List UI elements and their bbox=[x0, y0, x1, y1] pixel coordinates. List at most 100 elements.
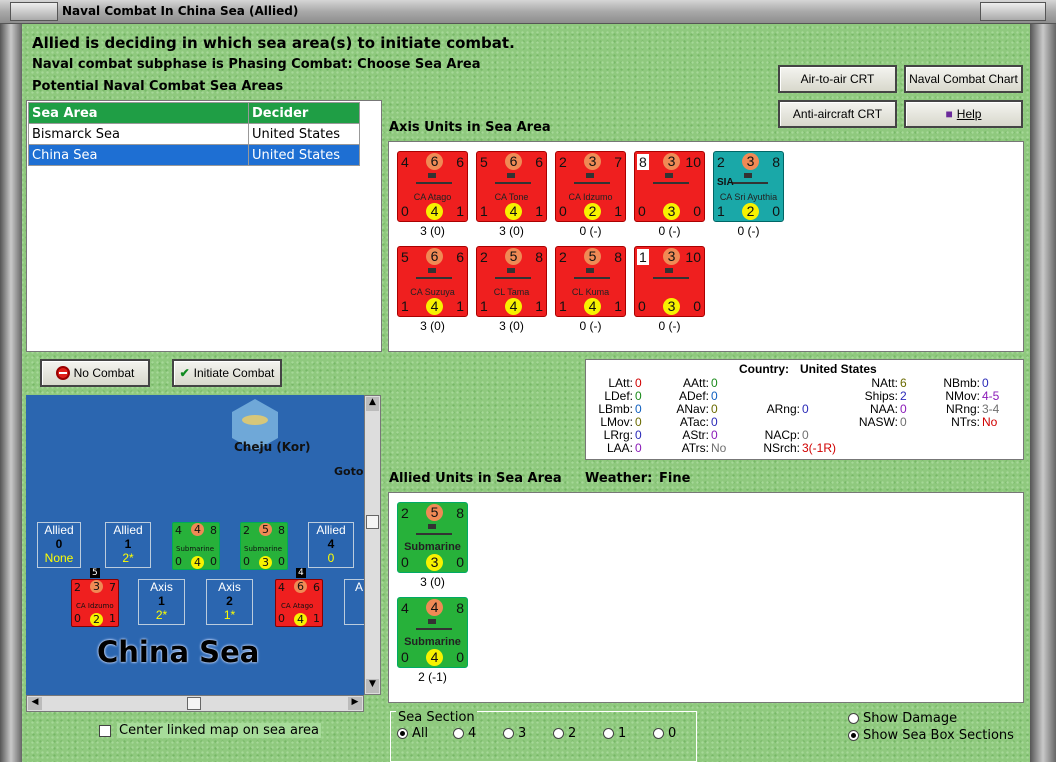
allied-unit-counter[interactable]: 4 4 8 0 4 0 Submarine bbox=[397, 597, 468, 668]
column-header-decider[interactable]: Decider bbox=[248, 102, 360, 124]
sea-box-allied-1[interactable]: Allied 1 2* bbox=[105, 522, 151, 568]
axis-unit-counter[interactable]: 8 3 10 0 3 0 bbox=[634, 151, 705, 222]
counter-value-tr: 6 bbox=[535, 154, 543, 170]
axis-unit-counter[interactable]: 2 3 7 0 2 1 CA Idzumo bbox=[555, 151, 626, 222]
option-label: 2 bbox=[568, 726, 577, 741]
allied-units-panel: 2 5 8 0 3 0 Submarine 3 (0) 4 4 8 0 4 0 Submarine 2 (-1… bbox=[388, 492, 1024, 703]
unit-name: CA Tone bbox=[494, 192, 529, 202]
show-damage-radio[interactable]: Show Damage bbox=[848, 711, 957, 726]
no-combat-button[interactable]: No Combat bbox=[40, 359, 150, 387]
ship-silhouette-icon bbox=[653, 173, 689, 184]
counter-value-tm: 5 bbox=[505, 248, 522, 265]
axis-unit-counter[interactable]: 4 6 6 0 4 1 CA Atago bbox=[397, 151, 468, 222]
counter-value-bl: 1 bbox=[480, 298, 488, 314]
window-title: Naval Combat In China Sea (Allied) bbox=[62, 4, 299, 18]
counter-value-tr: 8 bbox=[535, 249, 543, 265]
naval-combat-chart-button[interactable]: Naval Combat Chart bbox=[904, 65, 1023, 93]
radio-button[interactable] bbox=[603, 728, 614, 739]
table-row[interactable]: Bismarck Sea United States bbox=[28, 123, 360, 145]
map-submarine-counter[interactable]: 448 Submarine 040 bbox=[172, 522, 220, 570]
initiate-combat-button[interactable]: ✔ Initiate Combat bbox=[172, 359, 282, 387]
axis-unit-counter[interactable]: 5 6 6 1 4 1 CA Suzuya bbox=[397, 246, 468, 317]
sea-section-option[interactable]: 3 bbox=[503, 726, 526, 741]
map-ca-idzumo-counter[interactable]: 237 CA Idzumo 021 bbox=[71, 579, 119, 627]
checkbox-box[interactable] bbox=[99, 724, 111, 737]
radio-button[interactable] bbox=[453, 728, 464, 739]
close-button[interactable] bbox=[980, 2, 1046, 21]
right-frame bbox=[1030, 24, 1056, 762]
radio-button[interactable] bbox=[553, 728, 564, 739]
sea-section-option[interactable]: 0 bbox=[653, 726, 676, 741]
center-linked-checkbox[interactable]: Center linked map on sea area bbox=[99, 723, 321, 738]
stat-value: 3-4 bbox=[982, 402, 1000, 416]
port-label: Cheju (Kor) bbox=[234, 440, 311, 454]
counter-value-br: 1 bbox=[456, 298, 464, 314]
counter-value-bm: 4 bbox=[426, 203, 443, 220]
axis-unit-counter[interactable]: 2 5 8 1 4 1 CL Tama bbox=[476, 246, 547, 317]
radio-button[interactable] bbox=[848, 713, 859, 724]
scroll-thumb[interactable] bbox=[366, 515, 379, 529]
table-row-selected[interactable]: China Sea United States bbox=[28, 144, 360, 166]
map-submarine-counter[interactable]: 258 Submarine 030 bbox=[240, 522, 288, 570]
counter-value-tl: 2 bbox=[401, 505, 409, 521]
counter-value-bm: 4 bbox=[505, 203, 522, 220]
sea-area-map[interactable]: Cheju (Kor) Goto Allied 0 None Allied 1 … bbox=[26, 395, 364, 695]
scroll-down-icon[interactable]: ▼ bbox=[366, 679, 379, 693]
counter-value-tl: 8 bbox=[637, 154, 649, 170]
scroll-up-icon[interactable]: ▲ bbox=[366, 397, 379, 411]
counter-value-tl: 5 bbox=[480, 154, 488, 170]
counter-value-bm: 4 bbox=[584, 298, 601, 315]
counter-value-bl: 1 bbox=[559, 298, 567, 314]
counter-value-br: 0 bbox=[693, 298, 701, 314]
country-value: United States bbox=[800, 362, 877, 376]
ship-silhouette-icon bbox=[495, 173, 531, 184]
radio-button[interactable] bbox=[653, 728, 664, 739]
sea-box-allied-4[interactable]: Allied 4 0 bbox=[308, 522, 354, 568]
weather-value: Fine bbox=[659, 471, 691, 486]
axis-unit-counter[interactable]: 2 3 8 1 2 0 SIA CA Sri Ayuthia bbox=[713, 151, 784, 222]
radio-button[interactable] bbox=[848, 730, 859, 741]
scroll-thumb[interactable] bbox=[187, 697, 201, 710]
axis-unit-counter[interactable]: 5 6 6 1 4 1 CA Tone bbox=[476, 151, 547, 222]
sea-section-option[interactable]: 4 bbox=[453, 726, 476, 741]
sea-box-allied-0[interactable]: Allied 0 None bbox=[37, 522, 81, 568]
ship-silhouette-icon bbox=[495, 268, 531, 279]
help-button[interactable]: ■ Help bbox=[904, 100, 1023, 128]
allied-unit-counter[interactable]: 2 5 8 0 3 0 Submarine bbox=[397, 502, 468, 573]
show-sea-box-sections-radio[interactable]: Show Sea Box Sections bbox=[848, 728, 1014, 743]
axis-unit-counter[interactable]: 1 3 10 0 3 0 bbox=[634, 246, 705, 317]
radio-button[interactable] bbox=[503, 728, 514, 739]
counter-value-br: 0 bbox=[456, 554, 464, 570]
map-vertical-scrollbar[interactable]: ▲ ▼ bbox=[364, 395, 381, 695]
unit-name: CL Kuma bbox=[571, 287, 610, 297]
air-to-air-crt-button[interactable]: Air-to-air CRT bbox=[778, 65, 897, 93]
axis-unit-counter[interactable]: 2 5 8 1 4 1 CL Kuma bbox=[555, 246, 626, 317]
system-menu-button[interactable] bbox=[10, 2, 58, 21]
sea-box-axis-2[interactable]: Axis 2 1* bbox=[206, 579, 253, 625]
decider-cell: United States bbox=[248, 144, 360, 166]
table-header-row: Sea Area Decider bbox=[28, 102, 360, 124]
unit-name: Submarine bbox=[404, 541, 461, 553]
anti-aircraft-crt-button[interactable]: Anti-aircraft CRT bbox=[778, 100, 897, 128]
sea-box-axis-partial[interactable]: A bbox=[344, 579, 364, 625]
sea-area-cell: China Sea bbox=[28, 144, 249, 166]
counter-value-bl: 0 bbox=[401, 203, 409, 219]
sea-section-option[interactable]: 1 bbox=[603, 726, 626, 741]
scroll-left-icon[interactable]: ◀ bbox=[28, 697, 42, 710]
stat-value: 3(-1R) bbox=[802, 441, 837, 455]
radio-button[interactable] bbox=[397, 728, 408, 739]
sea-section-option[interactable]: 2 bbox=[553, 726, 576, 741]
counter-value-tr: 8 bbox=[614, 249, 622, 265]
sea-box-axis-1[interactable]: Axis 1 2* bbox=[138, 579, 185, 625]
map-ca-atago-counter[interactable]: 466 CA Atago 041 bbox=[275, 579, 323, 627]
column-header-sea-area[interactable]: Sea Area bbox=[28, 102, 249, 124]
counter-value-bl: 0 bbox=[401, 554, 409, 570]
sea-section-option[interactable]: All bbox=[397, 726, 428, 741]
unit-caption: 3 (0) bbox=[499, 224, 524, 238]
ship-silhouette-icon bbox=[416, 173, 452, 184]
unit-name: CA Idzumo bbox=[568, 192, 613, 202]
weather-label: Weather: bbox=[585, 471, 653, 486]
counter-value-bm: 2 bbox=[584, 203, 601, 220]
map-horizontal-scrollbar[interactable]: ◀ ▶ bbox=[26, 695, 364, 712]
scroll-right-icon[interactable]: ▶ bbox=[348, 697, 362, 710]
